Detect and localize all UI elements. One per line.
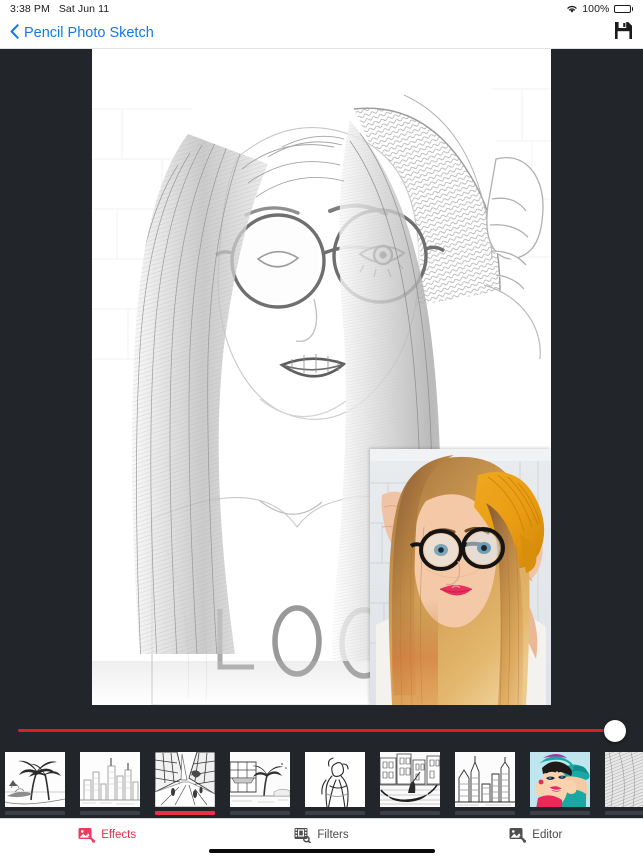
save-button[interactable] — [614, 21, 633, 45]
effect-figure-line[interactable] — [305, 752, 365, 815]
effect-thumbnail-image — [455, 752, 515, 807]
floppy-disk-save-icon — [614, 21, 633, 45]
effect-intensity-slider[interactable] — [0, 705, 643, 749]
effect-selection-bar — [455, 811, 515, 815]
effect-thumbnail-image — [155, 752, 215, 807]
status-bar-right: 100% — [566, 3, 633, 15]
effects-photo-icon — [78, 827, 96, 843]
effect-venice-gondola[interactable] — [380, 752, 440, 815]
bottom-tab-bar: Effects Filters Editor — [0, 818, 643, 858]
effect-selection-bar — [155, 811, 215, 815]
effect-city-skyline[interactable] — [80, 752, 140, 815]
effect-pencil-shade[interactable] — [605, 752, 643, 815]
battery-percent-label: 100% — [582, 3, 610, 15]
tab-filters-label: Filters — [317, 828, 349, 841]
effect-thumbnail-image — [230, 752, 290, 807]
effect-thumbnail-image — [605, 752, 643, 807]
effect-street-view[interactable] — [155, 752, 215, 815]
original-photo-thumbnail[interactable] — [370, 449, 551, 705]
status-bar: 3:38 PM Sat Jun 11 100% — [0, 0, 643, 18]
effects-thumbnail-strip[interactable] — [0, 749, 643, 818]
effect-thumbnail-image — [530, 752, 590, 807]
photo-canvas[interactable] — [0, 49, 643, 705]
back-button-label: Pencil Photo Sketch — [24, 25, 154, 41]
filters-film-icon — [294, 827, 312, 844]
effect-thumbnail-image — [305, 752, 365, 807]
status-bar-date: Sat Jun 11 — [58, 3, 110, 15]
pencil-sketch-preview[interactable] — [92, 49, 551, 705]
tab-editor[interactable]: Editor — [429, 819, 643, 850]
effect-selection-bar — [80, 811, 140, 815]
effect-thumbnail-image — [5, 752, 65, 807]
editor-photo-icon — [509, 827, 527, 843]
effect-selection-bar — [605, 811, 643, 815]
effect-selection-bar — [380, 811, 440, 815]
home-indicator[interactable] — [208, 849, 435, 853]
slider-thumb[interactable] — [604, 720, 626, 742]
wifi-icon — [566, 4, 578, 14]
effect-thumbnail-image — [80, 752, 140, 807]
effect-selection-bar — [5, 811, 65, 815]
effect-thumbnail-image — [380, 752, 440, 807]
app-root: 3:38 PM Sat Jun 11 100% Pencil Photo Ske… — [0, 0, 643, 858]
effect-selection-bar — [230, 811, 290, 815]
battery-full-icon — [613, 5, 633, 13]
tab-filters[interactable]: Filters — [214, 819, 428, 850]
effect-pop-art[interactable] — [530, 752, 590, 815]
effect-seaside-town[interactable] — [230, 752, 290, 815]
tab-effects-label: Effects — [101, 828, 137, 841]
effect-skyscrapers[interactable] — [455, 752, 515, 815]
status-bar-left: 3:38 PM Sat Jun 11 — [10, 3, 109, 15]
back-button[interactable]: Pencil Photo Sketch — [10, 23, 154, 43]
effect-selection-bar — [530, 811, 590, 815]
original-photo-drawing — [370, 449, 551, 705]
status-bar-time: 3:38 PM — [10, 3, 50, 15]
slider-track[interactable] — [18, 729, 625, 732]
tab-editor-label: Editor — [532, 828, 563, 841]
chevron-left-icon — [10, 23, 19, 43]
tab-effects[interactable]: Effects — [0, 819, 214, 850]
navigation-bar: Pencil Photo Sketch — [0, 18, 643, 49]
effect-selection-bar — [305, 811, 365, 815]
effect-palm-beach[interactable] — [5, 752, 65, 815]
